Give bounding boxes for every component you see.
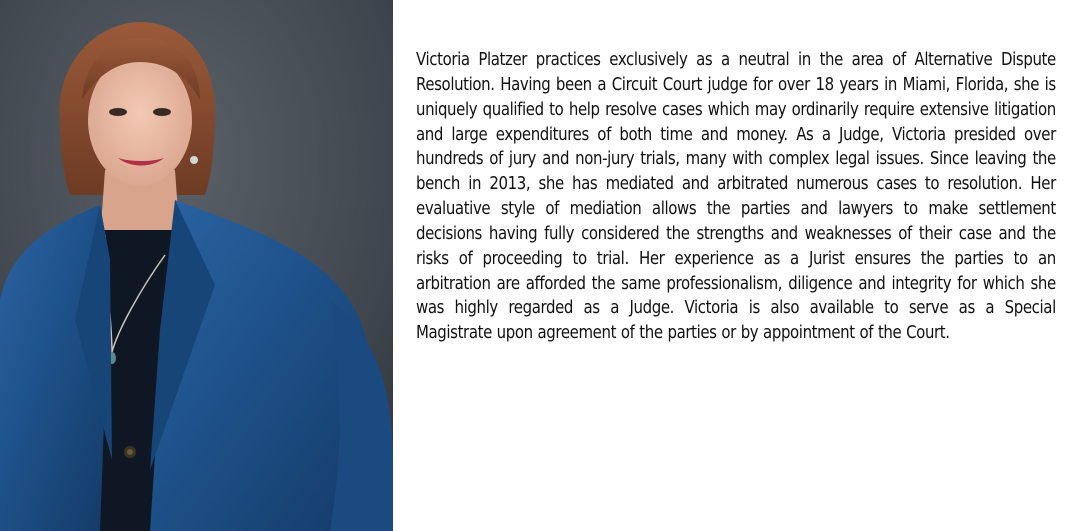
portrait-photo (0, 0, 393, 531)
bio-paragraph: Victoria Platzer practices exclusively a… (416, 50, 1056, 344)
